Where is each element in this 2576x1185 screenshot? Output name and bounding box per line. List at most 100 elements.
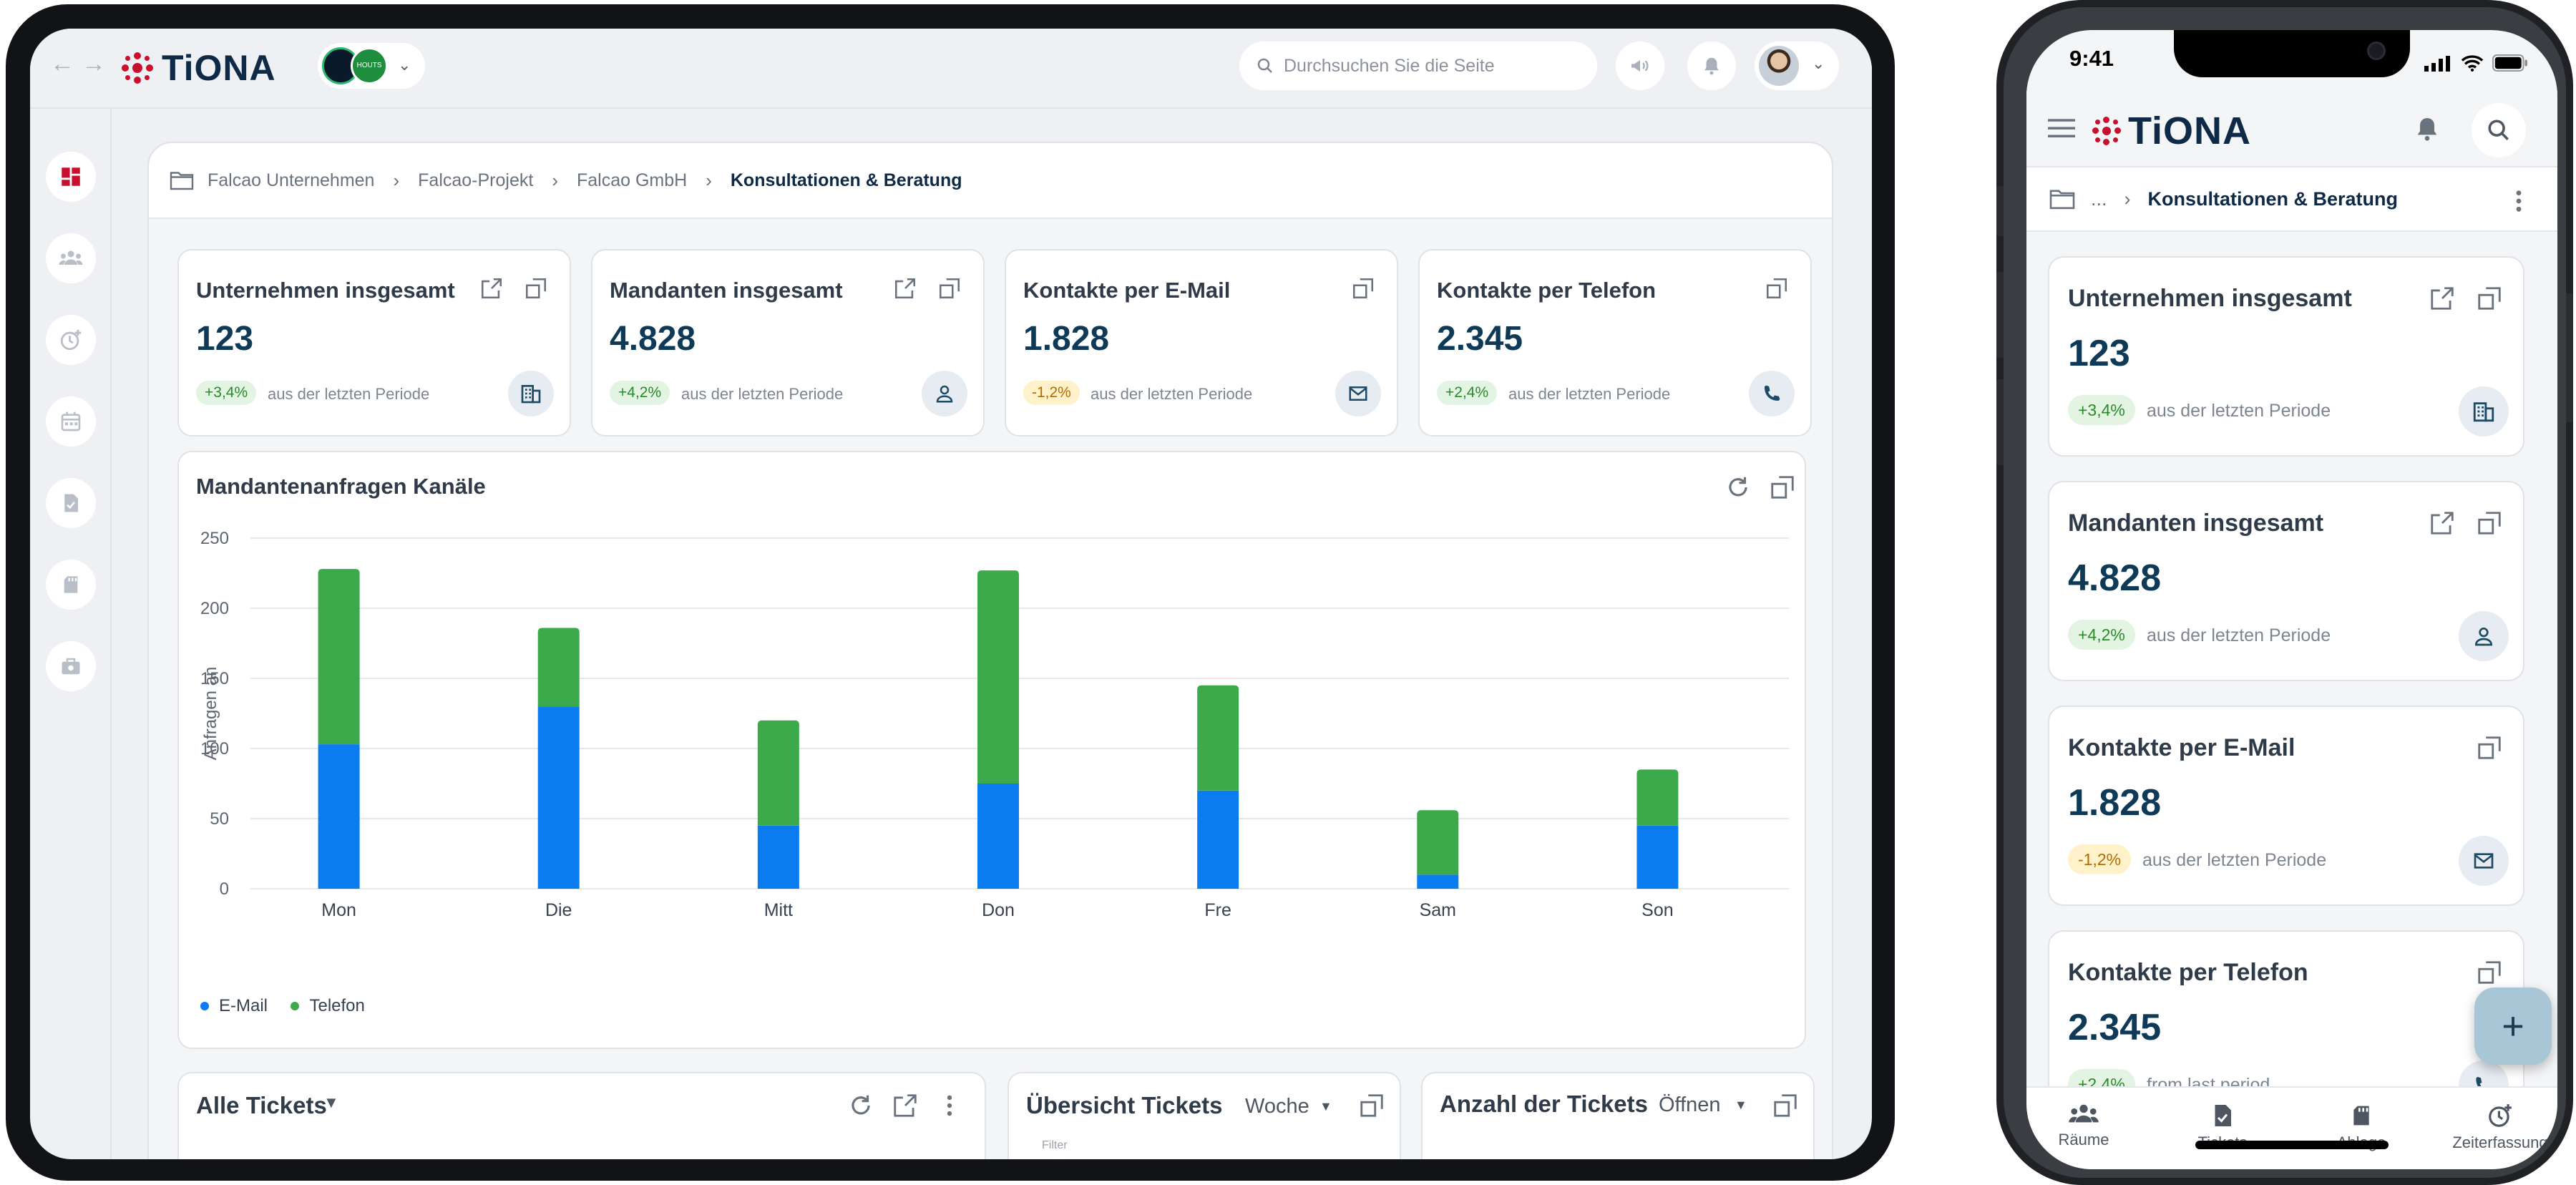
top-bar: ← → TiONA HOUTS ⌄ Durchsuchen Sie die Se… <box>30 29 1872 109</box>
sidebar-item-storage[interactable] <box>46 560 96 610</box>
search-input[interactable] <box>1284 55 1584 77</box>
stat-subtitle: aus der letzten Periode <box>681 385 844 403</box>
search-button[interactable] <box>2472 103 2526 157</box>
more-vertical-icon[interactable] <box>2514 189 2523 213</box>
more-vertical-icon[interactable] <box>936 1092 963 1119</box>
card-title: Übersicht Tickets <box>1026 1092 1223 1118</box>
stat-subtitle: aus der letzten Periode <box>268 385 430 403</box>
stat-title: Unternehmen insgesamt <box>196 278 455 303</box>
expand-icon[interactable] <box>1358 1092 1385 1119</box>
building-icon <box>521 385 541 404</box>
open-external-icon[interactable] <box>893 276 917 301</box>
refresh-icon[interactable] <box>847 1092 874 1119</box>
briefcase-icon <box>62 658 80 675</box>
back-arrow-icon[interactable]: ← <box>50 50 74 78</box>
y-tick-label: 250 <box>200 529 229 548</box>
legend-item-phone[interactable]: Telefon <box>291 996 365 1016</box>
caret-down-icon[interactable]: ▼ <box>1735 1098 1747 1113</box>
open-external-icon[interactable] <box>892 1092 919 1119</box>
legend-item-email[interactable]: E-Mail <box>200 996 268 1016</box>
bell-icon[interactable] <box>2413 114 2441 143</box>
dashboard-icon <box>62 167 80 186</box>
breadcrumb-ellipsis[interactable]: ... <box>2091 188 2107 210</box>
expand-icon[interactable] <box>2476 734 2503 761</box>
status-icons <box>2424 54 2528 75</box>
card-title[interactable]: Alle Tickets <box>196 1092 327 1119</box>
tab-label: Zeiterfassung <box>2452 1133 2548 1151</box>
stat-card-clients: Mandanten insgesamt 4.828 +4,2% aus der … <box>2048 481 2524 681</box>
tab-label: Räume <box>2058 1131 2109 1149</box>
chart-title: Mandantenanfragen Kanäle <box>196 474 486 499</box>
caret-down-icon[interactable]: ▼ <box>1319 1099 1332 1114</box>
stat-icon-bubble <box>1335 371 1381 416</box>
battery-icon <box>2492 54 2527 72</box>
stat-card-companies: Unternehmen insgesamt 123 +3,4% aus der … <box>177 249 571 437</box>
bar-telefon-sam <box>1417 810 1459 875</box>
period-dropdown[interactable]: Woche <box>1245 1095 1309 1118</box>
organization-logo-secondary: HOUTS <box>351 47 388 84</box>
notifications-button[interactable] <box>1687 42 1736 90</box>
user-menu-button[interactable]: ⌄ <box>1755 42 1839 90</box>
expand-icon[interactable] <box>1772 1092 1799 1119</box>
hamburger-menu-icon[interactable] <box>2048 117 2075 139</box>
stat-title: Kontakte per Telefon <box>2068 959 2308 986</box>
trend-badge: +4,2% <box>610 381 670 405</box>
bar-email-don <box>977 784 1019 889</box>
x-tick-label: Mitt <box>764 900 793 920</box>
expand-icon[interactable] <box>524 276 548 301</box>
sidebar-item-tickets[interactable] <box>46 478 96 528</box>
sidebar-item-rooms[interactable] <box>46 233 96 283</box>
forward-arrow-icon[interactable]: → <box>82 50 106 78</box>
logo[interactable]: TiONA <box>122 47 276 89</box>
sidebar-item-time-tracking[interactable] <box>46 315 96 365</box>
phone-screen: 9:41 TiONA ... › Konsultationen & Beratu… <box>2026 30 2557 1169</box>
sidebar-item-projects[interactable] <box>46 641 96 691</box>
stat-value: 2.345 <box>1437 320 1523 358</box>
x-tick-label: Fre <box>1204 900 1231 920</box>
breadcrumb-item[interactable]: Falcao-Projekt <box>418 170 533 191</box>
megaphone-icon <box>1631 60 1649 72</box>
open-external-icon[interactable] <box>479 276 504 301</box>
clock-add-icon <box>2489 1104 2512 1127</box>
breadcrumb-item[interactable]: Falcao GmbH <box>577 170 687 191</box>
logo[interactable]: TiONA <box>2092 109 2251 153</box>
announcements-button[interactable] <box>1616 42 1664 90</box>
bar-telefon-die <box>537 628 580 707</box>
tab-rooms[interactable]: Räume <box>2026 1102 2141 1149</box>
breadcrumb-item[interactable]: Falcao Unternehmen <box>208 170 374 191</box>
expand-icon[interactable] <box>1765 276 1789 301</box>
organization-switcher[interactable]: HOUTS ⌄ <box>318 43 425 89</box>
y-tick-label: 0 <box>220 879 229 899</box>
refresh-icon[interactable] <box>1724 474 1752 501</box>
open-external-icon[interactable] <box>2429 285 2456 312</box>
stat-card-clients: Mandanten insgesamt 4.828 +4,2% aus der … <box>591 249 985 437</box>
search-bar[interactable] <box>1239 42 1597 90</box>
phone-icon <box>1765 385 1780 401</box>
expand-icon[interactable] <box>1351 276 1375 301</box>
expand-icon[interactable] <box>2476 285 2503 312</box>
phone-frame: 9:41 TiONA ... › Konsultationen & Beratu… <box>1996 0 2573 1185</box>
open-external-icon[interactable] <box>2429 509 2456 537</box>
breadcrumb: Falcao Unternehmen › Falcao-Projekt › Fa… <box>149 143 1832 219</box>
breadcrumb: ... › Konsultationen & Beratung <box>2026 166 2557 232</box>
group-icon <box>2069 1104 2099 1123</box>
document-check-icon <box>64 494 78 512</box>
expand-icon[interactable] <box>1769 474 1796 501</box>
stat-card-email-contacts: Kontakte per E-Mail 1.828 -1,2% aus der … <box>1005 249 1398 437</box>
tab-time-tracking[interactable]: Zeiterfassung <box>2443 1102 2557 1152</box>
stat-value: 1.828 <box>2068 782 2162 824</box>
expand-icon[interactable] <box>2476 959 2503 986</box>
x-tick-label: Mon <box>321 900 356 920</box>
bell-icon <box>1704 57 1719 75</box>
status-dropdown[interactable]: Öffnen <box>1659 1093 1721 1117</box>
caret-down-icon[interactable]: ▼ <box>323 1093 339 1112</box>
trend-badge: +3,4% <box>2068 395 2135 425</box>
x-tick-label: Die <box>545 900 572 920</box>
sidebar-item-dashboard[interactable] <box>46 152 96 202</box>
expand-icon[interactable] <box>2476 509 2503 537</box>
stat-subtitle: aus der letzten Periode <box>2147 401 2331 421</box>
add-button[interactable]: + <box>2474 987 2552 1065</box>
expand-icon[interactable] <box>937 276 962 301</box>
bar-email-son <box>1636 825 1679 889</box>
sidebar-item-calendar[interactable] <box>46 396 96 447</box>
